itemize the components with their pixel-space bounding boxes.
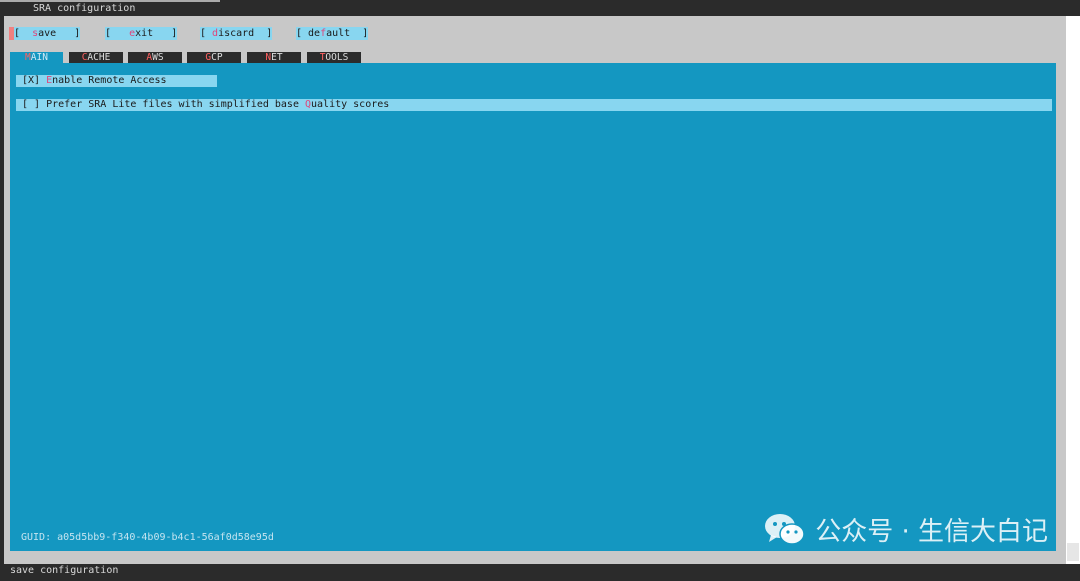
title-bar: SRA configuration [0,0,1080,16]
exit-button[interactable]: [ exit ] [105,27,178,40]
status-text: save configuration [10,565,119,576]
window-title: SRA configuration [33,3,136,14]
discard-button[interactable]: [ discard ] [200,27,273,40]
title-bar-accent [0,0,220,2]
scrollbar-thumb[interactable] [1067,543,1079,561]
scrollbar[interactable] [1066,16,1080,564]
watermark-text: 公众号 · 生信大白记 [815,516,1048,547]
wechat-icon [765,514,805,545]
config-screen: [ save ] [ exit ] [ discard ] [ default … [4,16,1066,564]
enable-remote-access-checkbox[interactable]: [X] Enable Remote Access [16,75,217,87]
default-button[interactable]: [ default ] [296,27,369,40]
watermark: 公众号 · 生信大白记 [763,511,1048,547]
tab-cache[interactable]: CACHE [69,52,123,63]
tab-gcp[interactable]: GCP [187,52,241,63]
tab-tools[interactable]: TOOLS [307,52,361,63]
tab-net[interactable]: NET [247,52,301,63]
terminal-window: SRA configuration [ save ] [ exit ] [ di… [0,0,1080,581]
main-panel: [X] Enable Remote Access [ ] Prefer SRA … [10,63,1056,551]
save-button[interactable]: [ save ] [9,27,81,40]
prefer-sra-lite-checkbox[interactable]: [ ] Prefer SRA Lite files with simplifie… [16,99,1052,111]
status-bar: save configuration [0,564,1080,581]
tab-aws[interactable]: AWS [128,52,182,63]
guid-label: GUID: a05d5bb9-f340-4b09-b4c1-56af0d58e9… [21,532,274,543]
